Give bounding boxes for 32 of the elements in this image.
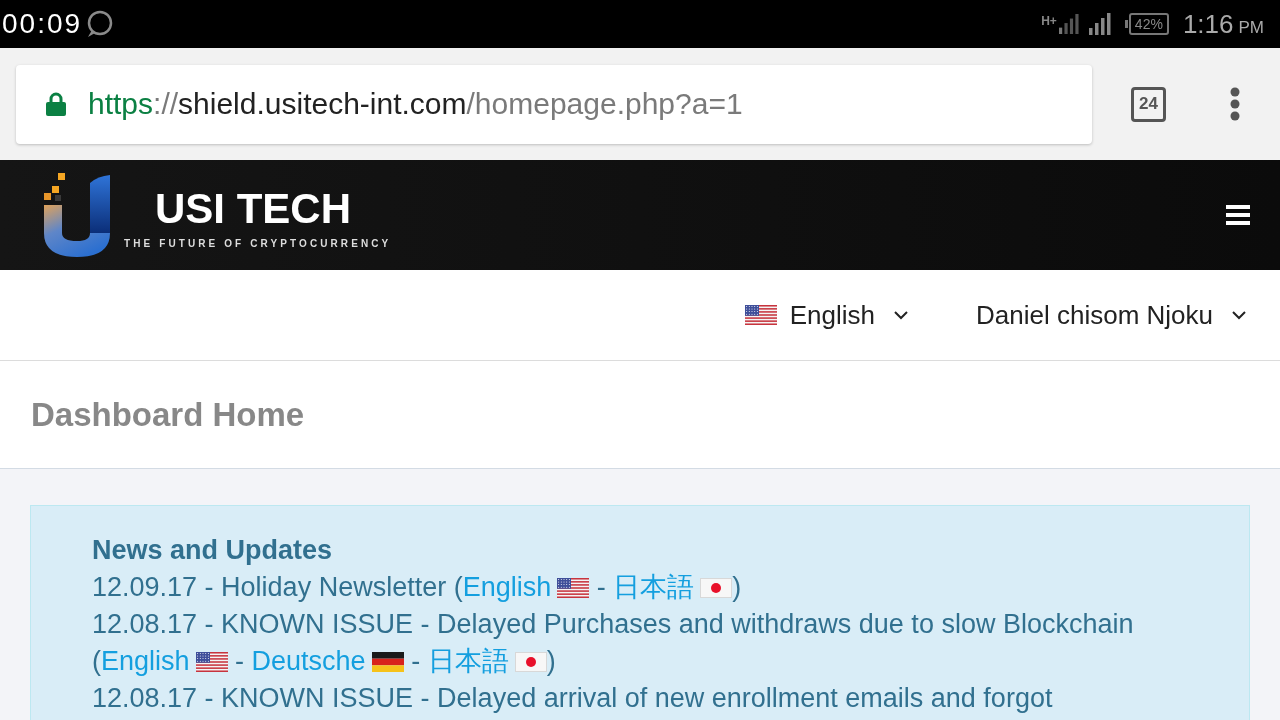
news-link[interactable]: English (462, 572, 590, 602)
brand-tagline: THE FUTURE OF CRYPTOCURRENCY (124, 237, 392, 249)
menu-icon[interactable] (1226, 205, 1250, 225)
american-flag-icon (195, 652, 228, 672)
german-flag-icon (371, 652, 404, 672)
american-flag-icon (744, 305, 777, 325)
signal-icon (1088, 13, 1111, 35)
japanese-flag-icon (514, 652, 547, 672)
news-link[interactable]: 日本語 (613, 572, 733, 602)
status-time: 1:16 PM (1182, 8, 1264, 40)
recording-timer: 00:09 (1, 8, 83, 40)
page-title: Dashboard Home (31, 395, 305, 434)
network-type: H+ (1041, 13, 1057, 28)
more-menu-icon[interactable] (1229, 86, 1241, 122)
brand-name: USI TECH (154, 187, 352, 230)
tab-switcher-button[interactable]: 24 (1131, 86, 1166, 122)
language-selector[interactable]: English (744, 299, 908, 331)
battery-level: 42% (1128, 13, 1169, 35)
address-bar[interactable]: https://shield.usitech-int.com/homepage.php?a=1 (16, 64, 1092, 144)
japanese-flag-icon (700, 578, 733, 598)
news-link[interactable]: English (101, 646, 228, 676)
news-heading: News and Updates (92, 534, 334, 567)
news-item: 12.08.17 - KNOWN ISSUE - Delayed Purchases and withdraws due to slow Blockchain (English - Deutsche - 日本語 ) (92, 608, 1135, 678)
american-flag-icon (557, 578, 590, 598)
news-item: 12.08.17 - KNOWN ISSUE - Delayed arrival of new enrollment emails and forgot (92, 682, 1054, 715)
news-item: 12.09.17 - Holiday Newsletter (English - 日本語 ) (92, 571, 743, 604)
signal-icon (1058, 14, 1079, 34)
news-link[interactable]: Deutsche (251, 646, 404, 676)
chevron-down-icon (894, 310, 908, 320)
user-menu[interactable]: Daniel chisom Njoku (976, 299, 1246, 331)
chevron-down-icon (1232, 310, 1246, 320)
news-link[interactable]: 日本語 (427, 646, 547, 676)
